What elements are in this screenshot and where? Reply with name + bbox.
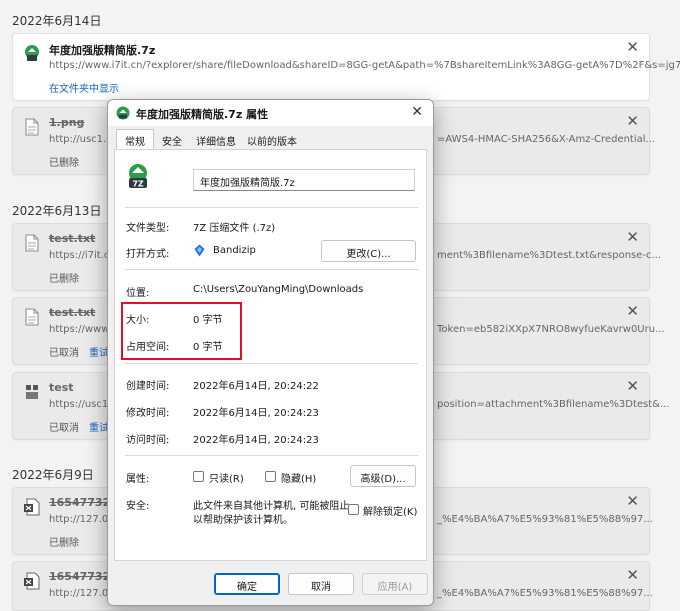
tab-security[interactable]: 安全 — [154, 130, 190, 149]
status-text: 已取消 — [49, 423, 79, 434]
remove-icon[interactable]: ✕ — [626, 494, 639, 509]
open-with-label: 打开方式: — [126, 249, 170, 260]
readonly-label: 只读(R) — [209, 474, 244, 485]
divider — [125, 207, 418, 208]
location-label: 位置: — [126, 288, 150, 299]
download-item[interactable]: 年度加强版精简版.7z https://www.i7it.cn/?explore… — [12, 33, 680, 101]
readonly-checkbox[interactable] — [193, 471, 204, 482]
hidden-checkbox[interactable] — [265, 471, 276, 482]
ok-button[interactable]: 确定 — [214, 573, 280, 595]
advanced-button[interactable]: 高级(D)... — [350, 465, 416, 487]
file-name[interactable]: 1.png — [49, 116, 84, 129]
security-label: 安全: — [126, 501, 150, 512]
cancel-button[interactable]: 取消 — [288, 573, 354, 595]
file-icon — [25, 118, 39, 136]
divider — [125, 455, 418, 456]
hidden-label: 隐藏(H) — [281, 474, 317, 485]
file-name[interactable]: test.txt — [49, 232, 95, 245]
bandizip-icon — [194, 244, 205, 257]
accessed-label: 访问时间: — [126, 435, 170, 446]
show-in-folder-link[interactable]: 在文件夹中显示 — [49, 80, 119, 95]
remove-icon[interactable]: ✕ — [626, 230, 639, 245]
file-icon — [25, 234, 39, 252]
dialog-title: 年度加强版精简版.7z 属性 — [136, 108, 269, 121]
remove-icon[interactable]: ✕ — [626, 114, 639, 129]
apply-button[interactable]: 应用(A) — [362, 573, 428, 595]
filename-input[interactable]: 年度加强版精简版.7z — [193, 169, 415, 191]
remove-icon[interactable]: ✕ — [626, 304, 639, 319]
highlight-box — [121, 302, 242, 360]
zip-file-icon — [25, 45, 39, 61]
location-value: C:\Users\ZouYangMing\Downloads — [193, 284, 364, 295]
file-url-tail: _%E4%BA%A7%E5%93%81%E5%88%97... — [437, 514, 653, 525]
modified-value: 2022年6月14日, 20:24:23 — [193, 408, 319, 419]
type-value: 7Z 压缩文件 (.7z) — [193, 223, 276, 234]
status-text: 已删除 — [49, 538, 79, 549]
attributes-label: 属性: — [126, 474, 150, 485]
excel-file-icon — [24, 498, 40, 516]
date-heading: 2022年6月13日 — [12, 204, 102, 218]
remove-icon[interactable]: ✕ — [626, 40, 639, 55]
divider — [125, 363, 418, 364]
accessed-value: 2022年6月14日, 20:24:23 — [193, 435, 319, 446]
dialog-footer: 确定 取消 应用(A) — [108, 561, 433, 605]
file-name[interactable]: 年度加强版精简版.7z — [49, 42, 155, 58]
change-button[interactable]: 更改(C)... — [321, 240, 416, 262]
date-heading: 2022年6月14日 — [12, 14, 102, 28]
generic-file-icon — [26, 385, 38, 399]
tab-general[interactable]: 常规 — [116, 129, 154, 150]
type-label: 文件类型: — [126, 223, 170, 234]
security-text: 此文件来自其他计算机, 可能被阻止 — [193, 501, 350, 512]
file-icon — [25, 308, 39, 326]
file-url-tail: Token=eb582iXXpX7NRO8wyfueKavrw0Uru... — [437, 324, 665, 335]
status-text: 已删除 — [49, 274, 79, 285]
file-url-tail: =AWS4-HMAC-SHA256&X-Amz-Credential... — [437, 134, 656, 145]
status-text: 已删除 — [49, 158, 79, 169]
tab-previous-versions[interactable]: 以前的版本 — [242, 130, 302, 149]
tab-details[interactable]: 详细信息 — [192, 130, 240, 149]
file-url-tail: ment%3Bfilename%3Dtest.txt&response-c... — [437, 250, 662, 261]
unblock-checkbox[interactable] — [348, 504, 359, 515]
remove-icon[interactable]: ✕ — [626, 379, 639, 394]
security-text: 以帮助保护该计算机。 — [193, 515, 293, 526]
created-label: 创建时间: — [126, 381, 170, 392]
zip-file-icon: 7Z — [129, 164, 147, 189]
unblock-label: 解除锁定(K) — [363, 507, 418, 518]
divider — [125, 269, 418, 270]
file-url: https://www.i7it.cn/?explorer/share/file… — [49, 60, 680, 71]
retry-link[interactable]: 重试 — [89, 344, 109, 359]
created-value: 2022年6月14日, 20:24:22 — [193, 381, 319, 392]
modified-label: 修改时间: — [126, 408, 170, 419]
open-with-value: Bandizip — [213, 245, 256, 256]
file-name[interactable]: test.txt — [49, 306, 95, 319]
properties-dialog: 年度加强版精简版.7z 属性 ✕ 常规 安全 详细信息 以前的版本 7Z 年度加… — [107, 99, 434, 606]
retry-link[interactable]: 重试 — [89, 419, 109, 434]
status-text: 已取消 — [49, 348, 79, 359]
date-heading: 2022年6月9日 — [12, 468, 94, 482]
file-url-tail: position=attachment%3Bfilename%3Dtest&..… — [437, 399, 670, 410]
zip-icon-label: 7Z — [132, 180, 144, 189]
remove-icon[interactable]: ✕ — [626, 568, 639, 583]
file-name[interactable]: test — [49, 381, 74, 394]
close-icon[interactable]: ✕ — [411, 104, 423, 120]
dialog-title-bar[interactable]: 年度加强版精简版.7z 属性 ✕ — [108, 100, 433, 126]
general-panel: 7Z 年度加强版精简版.7z 文件类型: 7Z 压缩文件 (.7z) 打开方式:… — [114, 149, 427, 561]
file-url-tail: _%E4%BA%A7%E5%93%81%E5%88%97... — [437, 588, 653, 599]
excel-file-icon — [24, 572, 40, 590]
zip-file-icon — [116, 106, 130, 120]
